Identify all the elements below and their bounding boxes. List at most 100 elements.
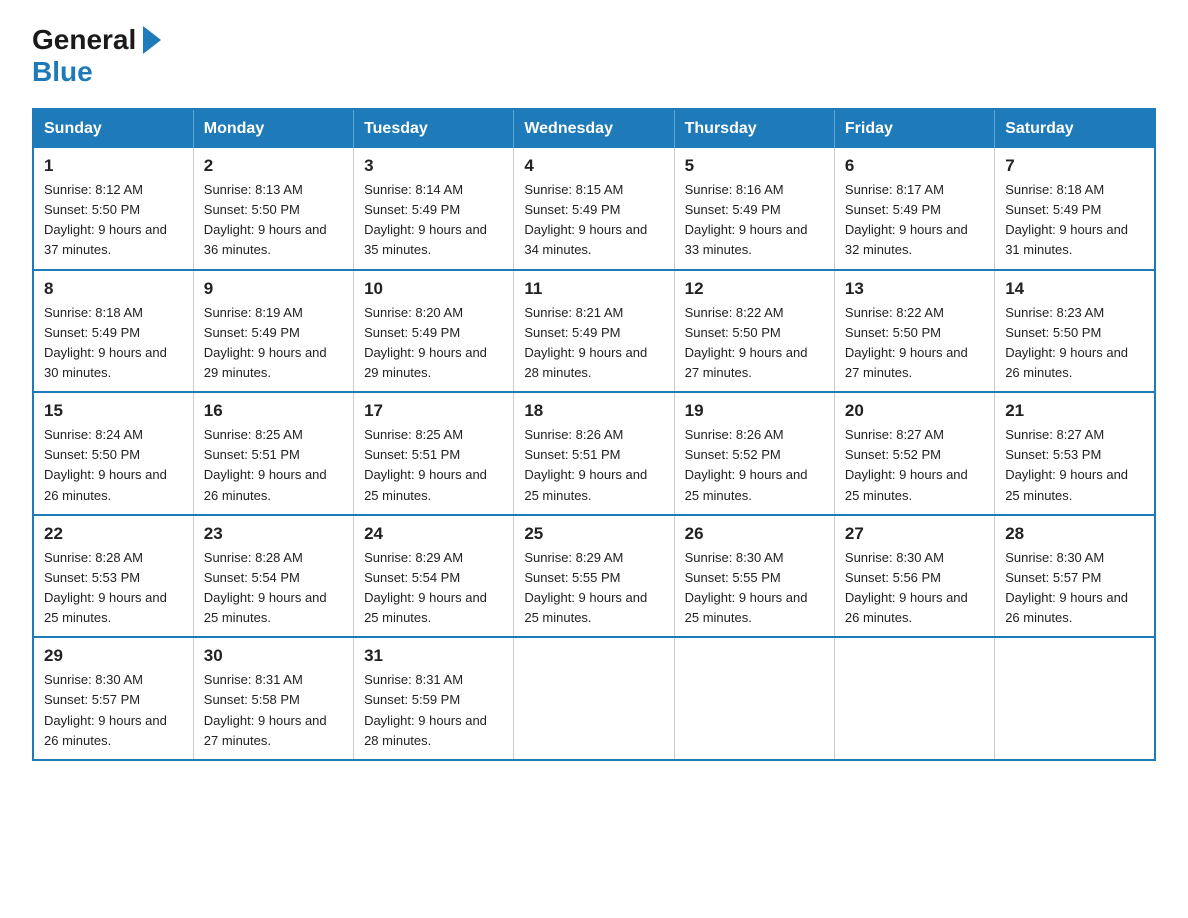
day-cell-3: 3 Sunrise: 8:14 AM Sunset: 5:49 PM Daylig… [354,148,514,270]
day-info: Sunrise: 8:20 AM Sunset: 5:49 PM Dayligh… [364,303,503,384]
page-header: General Blue [32,24,1156,88]
day-number: 18 [524,401,663,421]
empty-cell [995,637,1155,760]
day-cell-5: 5 Sunrise: 8:16 AM Sunset: 5:49 PM Daylig… [674,148,834,270]
empty-cell [674,637,834,760]
day-number: 25 [524,524,663,544]
day-info: Sunrise: 8:19 AM Sunset: 5:49 PM Dayligh… [204,303,343,384]
empty-cell [834,637,994,760]
day-info: Sunrise: 8:25 AM Sunset: 5:51 PM Dayligh… [364,425,503,506]
day-number: 20 [845,401,984,421]
day-number: 28 [1005,524,1144,544]
day-number: 11 [524,279,663,299]
day-header-sunday: Sunday [33,109,193,148]
day-info: Sunrise: 8:23 AM Sunset: 5:50 PM Dayligh… [1005,303,1144,384]
logo-blue-text: Blue [32,56,93,88]
day-number: 14 [1005,279,1144,299]
day-number: 16 [204,401,343,421]
day-number: 17 [364,401,503,421]
day-info: Sunrise: 8:29 AM Sunset: 5:54 PM Dayligh… [364,548,503,629]
week-row-1: 1Sunrise: 8:12 AM Sunset: 5:50 PM Daylig… [33,148,1155,270]
day-cell-16: 16 Sunrise: 8:25 AM Sunset: 5:51 PM Dayli… [193,392,353,515]
logo: General Blue [32,24,168,88]
day-info: Sunrise: 8:31 AM Sunset: 5:58 PM Dayligh… [204,670,343,751]
day-cell-17: 17 Sunrise: 8:25 AM Sunset: 5:51 PM Dayli… [354,392,514,515]
day-cell-13: 13Sunrise: 8:22 AM Sunset: 5:50 PM Dayli… [834,270,994,393]
day-number: 3 [364,156,503,176]
day-cell-31: 31Sunrise: 8:31 AM Sunset: 5:59 PM Dayli… [354,637,514,760]
day-info: Sunrise: 8:14 AM Sunset: 5:49 PM Dayligh… [364,180,503,261]
day-cell-12: 12 Sunrise: 8:22 AM Sunset: 5:50 PM Dayli… [674,270,834,393]
day-cell-20: 20 Sunrise: 8:27 AM Sunset: 5:52 PM Dayli… [834,392,994,515]
day-number: 8 [44,279,183,299]
day-header-saturday: Saturday [995,109,1155,148]
day-number: 13 [845,279,984,299]
day-info: Sunrise: 8:27 AM Sunset: 5:52 PM Dayligh… [845,425,984,506]
day-info: Sunrise: 8:26 AM Sunset: 5:52 PM Dayligh… [685,425,824,506]
day-cell-15: 15Sunrise: 8:24 AM Sunset: 5:50 PM Dayli… [33,392,193,515]
day-number: 30 [204,646,343,666]
day-cell-14: 14 Sunrise: 8:23 AM Sunset: 5:50 PM Dayli… [995,270,1155,393]
week-row-3: 15Sunrise: 8:24 AM Sunset: 5:50 PM Dayli… [33,392,1155,515]
day-cell-26: 26Sunrise: 8:30 AM Sunset: 5:55 PM Dayli… [674,515,834,638]
week-row-5: 29 Sunrise: 8:30 AM Sunset: 5:57 PM Dayli… [33,637,1155,760]
day-info: Sunrise: 8:24 AM Sunset: 5:50 PM Dayligh… [44,425,183,506]
day-number: 4 [524,156,663,176]
day-cell-6: 6Sunrise: 8:17 AM Sunset: 5:49 PM Daylig… [834,148,994,270]
day-info: Sunrise: 8:12 AM Sunset: 5:50 PM Dayligh… [44,180,183,261]
day-info: Sunrise: 8:18 AM Sunset: 5:49 PM Dayligh… [44,303,183,384]
day-cell-30: 30 Sunrise: 8:31 AM Sunset: 5:58 PM Dayli… [193,637,353,760]
day-number: 9 [204,279,343,299]
day-info: Sunrise: 8:25 AM Sunset: 5:51 PM Dayligh… [204,425,343,506]
day-info: Sunrise: 8:17 AM Sunset: 5:49 PM Dayligh… [845,180,984,261]
day-number: 19 [685,401,824,421]
empty-cell [514,637,674,760]
day-info: Sunrise: 8:28 AM Sunset: 5:54 PM Dayligh… [204,548,343,629]
day-number: 12 [685,279,824,299]
day-number: 29 [44,646,183,666]
day-cell-7: 7 Sunrise: 8:18 AM Sunset: 5:49 PM Daylig… [995,148,1155,270]
day-number: 23 [204,524,343,544]
day-cell-23: 23 Sunrise: 8:28 AM Sunset: 5:54 PM Dayli… [193,515,353,638]
day-info: Sunrise: 8:30 AM Sunset: 5:57 PM Dayligh… [44,670,183,751]
day-info: Sunrise: 8:30 AM Sunset: 5:55 PM Dayligh… [685,548,824,629]
day-cell-27: 27 Sunrise: 8:30 AM Sunset: 5:56 PM Dayli… [834,515,994,638]
day-header-tuesday: Tuesday [354,109,514,148]
day-cell-9: 9 Sunrise: 8:19 AM Sunset: 5:49 PM Daylig… [193,270,353,393]
day-cell-28: 28 Sunrise: 8:30 AM Sunset: 5:57 PM Dayli… [995,515,1155,638]
day-cell-29: 29 Sunrise: 8:30 AM Sunset: 5:57 PM Dayli… [33,637,193,760]
week-row-4: 22 Sunrise: 8:28 AM Sunset: 5:53 PM Dayli… [33,515,1155,638]
day-cell-18: 18 Sunrise: 8:26 AM Sunset: 5:51 PM Dayli… [514,392,674,515]
day-number: 27 [845,524,984,544]
day-number: 5 [685,156,824,176]
day-info: Sunrise: 8:21 AM Sunset: 5:49 PM Dayligh… [524,303,663,384]
day-info: Sunrise: 8:13 AM Sunset: 5:50 PM Dayligh… [204,180,343,261]
day-cell-1: 1Sunrise: 8:12 AM Sunset: 5:50 PM Daylig… [33,148,193,270]
day-info: Sunrise: 8:15 AM Sunset: 5:49 PM Dayligh… [524,180,663,261]
logo-general-text: General [32,24,136,56]
day-cell-4: 4 Sunrise: 8:15 AM Sunset: 5:49 PM Daylig… [514,148,674,270]
day-cell-25: 25Sunrise: 8:29 AM Sunset: 5:55 PM Dayli… [514,515,674,638]
day-number: 7 [1005,156,1144,176]
day-number: 31 [364,646,503,666]
calendar-table: SundayMondayTuesdayWednesdayThursdayFrid… [32,108,1156,761]
day-header-row: SundayMondayTuesdayWednesdayThursdayFrid… [33,109,1155,148]
day-cell-8: 8 Sunrise: 8:18 AM Sunset: 5:49 PM Daylig… [33,270,193,393]
day-cell-19: 19 Sunrise: 8:26 AM Sunset: 5:52 PM Dayli… [674,392,834,515]
day-number: 24 [364,524,503,544]
day-number: 10 [364,279,503,299]
day-info: Sunrise: 8:30 AM Sunset: 5:56 PM Dayligh… [845,548,984,629]
day-info: Sunrise: 8:30 AM Sunset: 5:57 PM Dayligh… [1005,548,1144,629]
day-info: Sunrise: 8:22 AM Sunset: 5:50 PM Dayligh… [685,303,824,384]
day-cell-2: 2 Sunrise: 8:13 AM Sunset: 5:50 PM Daylig… [193,148,353,270]
day-number: 2 [204,156,343,176]
day-number: 22 [44,524,183,544]
day-info: Sunrise: 8:26 AM Sunset: 5:51 PM Dayligh… [524,425,663,506]
logo-arrow-icon [143,26,161,54]
day-info: Sunrise: 8:16 AM Sunset: 5:49 PM Dayligh… [685,180,824,261]
day-info: Sunrise: 8:27 AM Sunset: 5:53 PM Dayligh… [1005,425,1144,506]
day-cell-10: 10 Sunrise: 8:20 AM Sunset: 5:49 PM Dayli… [354,270,514,393]
day-info: Sunrise: 8:18 AM Sunset: 5:49 PM Dayligh… [1005,180,1144,261]
day-cell-21: 21Sunrise: 8:27 AM Sunset: 5:53 PM Dayli… [995,392,1155,515]
day-info: Sunrise: 8:28 AM Sunset: 5:53 PM Dayligh… [44,548,183,629]
